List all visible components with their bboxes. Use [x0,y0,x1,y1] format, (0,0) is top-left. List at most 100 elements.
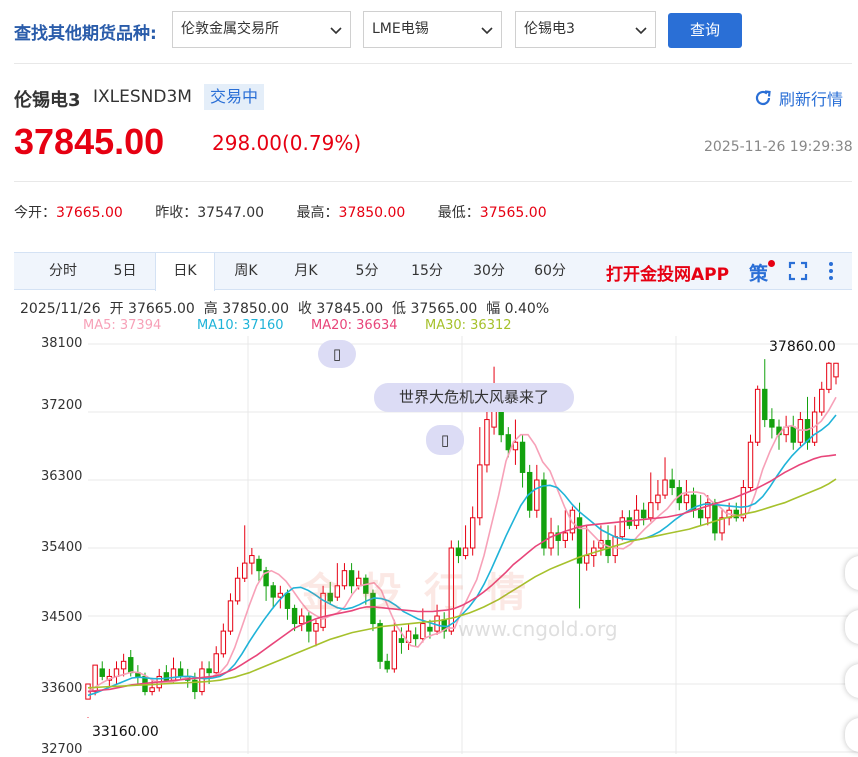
ma5-label: MA5: 37394 [83,318,162,333]
period-tabs: 分时 5日 日K 周K 月K 5分 15分 30分 60分 打开金投网APP 策 [14,252,852,291]
fullscreen-icon[interactable] [788,261,808,281]
chevron-down-icon [635,27,647,35]
candle-up [619,517,625,538]
candle-up [249,555,255,564]
commodity-select-value: LME电锡 [372,21,429,37]
divider [14,63,852,64]
candle-up [833,362,839,378]
commodity-select[interactable]: LME电锡 [363,11,502,48]
candle-down [519,441,526,473]
candle [534,464,540,518]
candle [85,683,91,718]
candle [669,468,675,496]
candle-down [455,547,462,557]
stat-low-label: 最低： [437,205,480,221]
candle-down [541,479,547,549]
candle [790,415,796,450]
candle [697,495,704,526]
contract-select[interactable]: 伦锡电3 [515,11,656,48]
candle-up [234,577,241,602]
candle-down [99,668,105,677]
tab-30min[interactable]: 30分 [463,253,515,290]
exchange-select[interactable]: 伦敦金属交易所 [172,11,351,48]
candle [135,665,141,684]
filter-label: 查找其他期货品种: [14,24,157,44]
candle-down [384,660,390,670]
query-button[interactable]: 查询 [668,13,742,48]
tab-15min[interactable]: 15分 [401,253,453,290]
max-price-label: 37860.00 [769,339,836,355]
ma20-label: MA20: 36634 [311,318,398,333]
candle [626,510,633,530]
candle [555,525,561,556]
candle-up [819,388,825,413]
candle-up [754,388,761,443]
tab-daily-k[interactable]: 日K [155,253,215,291]
candle [313,619,319,647]
candle-down [697,509,704,519]
tab-monthly-k[interactable]: 月K [279,253,333,290]
candle-down [177,668,184,677]
tab-5min[interactable]: 5分 [341,253,393,290]
news-tooltip[interactable]: 世界大危机大风暴来了 [374,383,574,412]
candle [640,502,647,526]
candle-up [242,562,248,579]
candle-up [469,517,476,549]
candle [747,434,754,492]
candle [120,653,127,677]
filter-bar: 查找其他期货品种: 伦敦金属交易所 LME电锡 伦锡电3 查询 [0,0,858,62]
strategy-icon[interactable]: 策 [749,259,775,286]
candle-up [420,623,426,640]
candle [156,668,162,692]
candle [462,525,469,560]
candle [826,362,832,394]
candle [99,661,105,681]
candle-up [826,362,832,390]
refresh-button[interactable]: 刷新行情 [753,86,843,110]
candle-down [505,434,512,451]
candle [384,653,390,673]
tab-60min[interactable]: 60分 [524,253,576,290]
stat-prevclose-value: 37547.00 [197,205,265,221]
tab-minute[interactable]: 分时 [36,253,90,290]
candle [733,502,739,522]
candle-up [548,532,554,549]
candle-up [170,668,177,681]
candle-down [306,615,312,632]
y-tick-label: 35400 [41,540,83,555]
candle [227,593,234,635]
candle-down [769,419,775,428]
candle [605,525,611,564]
contract-select-value: 伦锡电3 [524,21,575,37]
news-marker-icon[interactable]: ▯ [318,340,356,368]
ohlc-line: 2025/11/26 开 37665.00 高 37850.00 收 37845… [20,301,550,317]
more-icon[interactable] [827,261,835,281]
candle-down [640,509,647,519]
news-marker-icon[interactable]: ▯ [426,425,464,455]
chevron-down-icon [330,27,342,35]
candle [412,627,419,647]
candle-down [412,634,419,640]
tab-5day[interactable]: 5日 [98,253,152,290]
candle-up [213,653,219,674]
candle [769,408,775,439]
y-tick-label: 32700 [41,742,83,757]
candle-up [477,464,483,519]
candle [612,525,618,564]
candle-up [562,532,569,541]
y-tick-label: 34500 [41,610,83,625]
candle-up [434,615,440,632]
tab-weekly-k[interactable]: 周K [219,253,273,290]
min-price-label: 33160.00 [92,724,159,740]
quote-timestamp: 2025-11-26 19:29:38 [704,139,853,155]
candle-down [427,626,433,632]
candle-up [113,668,120,677]
candle-up [220,630,227,655]
exchange-select-value: 伦敦金属交易所 [181,21,279,37]
refresh-icon [755,90,771,106]
watermark-logo: 金投行情 [300,570,548,616]
candle [719,510,725,541]
candle [477,427,483,526]
open-app-link[interactable]: 打开金投网APP [606,260,729,285]
candle-up [583,555,590,564]
